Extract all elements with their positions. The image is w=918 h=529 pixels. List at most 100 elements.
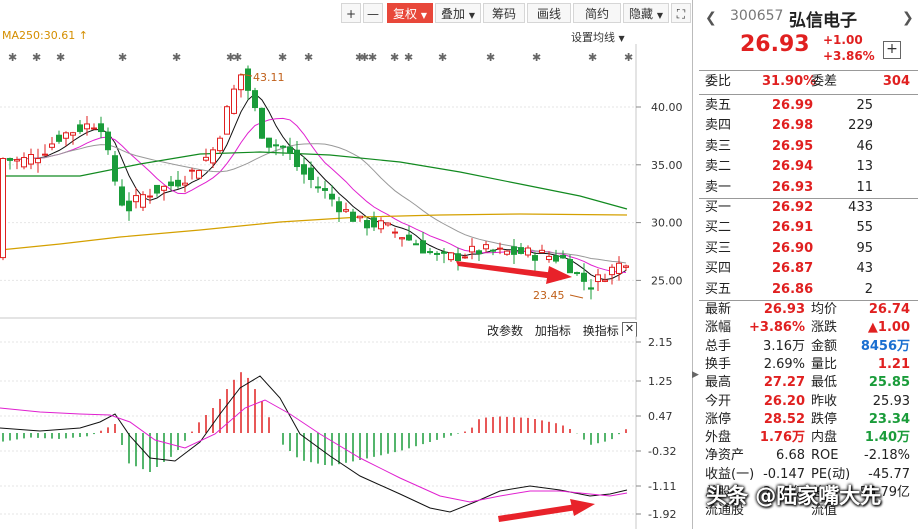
ask-row[interactable]: 卖二 26.94 13 (699, 157, 918, 177)
next-stock-icon[interactable]: ❯ (902, 10, 914, 26)
chart-toolbar: + — 复权 ▼ 叠加 ▼ 筹码 画线 简约 隐藏 ▼ ⛶ (0, 0, 692, 26)
bid-row[interactable]: 买一 26.92 433 (699, 198, 918, 218)
stat-value: ▲1.00 (867, 320, 910, 336)
close-icon[interactable]: ✕ (622, 322, 637, 337)
stat-label: 内盘 (811, 430, 838, 446)
low-label: 23.45 (533, 289, 565, 302)
candle-up (196, 170, 202, 179)
stat-value: +3.86% (749, 320, 805, 336)
candle-down (168, 181, 174, 187)
y-tick-label: 30.00 (651, 217, 683, 230)
stat-label: 总手 (705, 338, 732, 354)
zoom-in-button[interactable]: + (341, 3, 361, 23)
candle-down (119, 186, 125, 206)
ask-row[interactable]: 卖四 26.98 229 (699, 116, 918, 136)
simple-button[interactable]: 简约 (573, 3, 621, 23)
candle-down (175, 179, 181, 187)
candle-up (189, 169, 195, 172)
y-tick-label: 40.00 (651, 101, 683, 114)
stat-label: 涨幅 (705, 320, 732, 336)
change-value: +1.00 (823, 33, 863, 47)
candle-down (77, 124, 83, 132)
stat-row: 涨幅 +3.86% 涨跌 ▲1.00 (699, 319, 918, 337)
stat-value: 3.16万 (763, 338, 805, 354)
ma250-label: MA250:30.61 ↑ (2, 29, 88, 42)
adjust-dropdown[interactable]: 复权 ▼ (387, 3, 433, 23)
candle-up (483, 244, 489, 250)
ask-label: 卖二 (705, 159, 732, 175)
bid-volume: 43 (856, 261, 873, 277)
candle-down (329, 193, 335, 200)
ask-row[interactable]: 卖一 26.93 11 (699, 178, 918, 198)
overlay-dropdown[interactable]: 叠加 ▼ (435, 3, 481, 23)
stat-value: 1.40万 (864, 430, 910, 446)
fullscreen-icon[interactable]: ⛶ (671, 3, 691, 23)
bid-row[interactable]: 买四 26.87 43 (699, 259, 918, 279)
candle-up (238, 74, 244, 91)
stat-value: 1.21 (877, 356, 910, 372)
candle-up (399, 237, 405, 240)
event-marker-icon: ✱ (172, 51, 181, 64)
ask-label: 卖三 (705, 138, 732, 154)
draw-line-button[interactable]: 画线 (527, 3, 571, 23)
candle-up (49, 143, 55, 148)
chevron-down-icon: ▼ (420, 11, 427, 20)
candle-down (287, 146, 293, 154)
stat-label: 涨跌 (811, 320, 838, 336)
y-tick-label: 35.00 (651, 159, 683, 172)
prev-stock-icon[interactable]: ❮ (705, 10, 717, 26)
bid-volume: 2 (864, 281, 873, 297)
chevron-down-icon: ▼ (618, 34, 625, 43)
bid-volume: 55 (856, 220, 873, 236)
ask-volume: 11 (856, 179, 873, 195)
candle-down (490, 249, 496, 252)
candle-down (567, 259, 573, 274)
event-marker-icon: ✱ (390, 51, 399, 64)
candle-up (224, 106, 230, 135)
macd-chart[interactable]: 2.15 1.25 0.47 -0.32 -1.11 -1.92 (0, 336, 692, 529)
ma-settings-dropdown[interactable]: 设置均线 ▼ (571, 29, 625, 45)
stat-label: 换手 (705, 356, 732, 372)
candle-down (266, 137, 272, 148)
stat-label: 涨停 (705, 411, 732, 427)
ask-row[interactable]: 卖五 26.99 25 (699, 96, 918, 116)
hide-dropdown[interactable]: 隐藏 ▼ (623, 3, 669, 23)
stat-value: 6.68 (776, 448, 805, 464)
candlestick-chart[interactable]: ✱ ✱ ✱ ✱ ✱ ✱✱ ✱ ✱ ✱✱✱ ✱ ✱ ✱ ✱ ✱ ✱ ✱ 40.0035.0030.0025.00… (0, 44, 692, 320)
candle-up (133, 195, 139, 203)
collapse-arrow-icon[interactable]: ▶ (692, 370, 699, 386)
zoom-out-button[interactable]: — (363, 3, 383, 23)
event-marker-icon: ✱ (8, 51, 17, 64)
stat-value: 26.74 (868, 302, 910, 317)
candle-down (406, 234, 412, 241)
hide-label: 隐藏 (629, 7, 654, 21)
candle-up (0, 158, 6, 259)
bid-row[interactable]: 买二 26.91 55 (699, 218, 918, 238)
chevron-down-icon: ▼ (468, 11, 475, 20)
chips-button[interactable]: 筹码 (483, 3, 525, 23)
candle-down (518, 247, 524, 254)
candle-down (455, 253, 461, 262)
candle-up (525, 247, 531, 256)
candle-up (595, 274, 601, 283)
add-watchlist-icon[interactable]: + (883, 41, 901, 59)
candle-down (560, 255, 566, 259)
bid-volume: 433 (848, 200, 873, 215)
stat-label: 最新 (705, 302, 732, 317)
candle-down (294, 149, 300, 168)
stock-name: 弘信电子 (789, 11, 857, 31)
bid-row[interactable]: 买五 26.86 2 (699, 280, 918, 300)
event-marker-icon: ✱ (368, 51, 377, 64)
candle-up (497, 247, 503, 250)
stat-label: 昨收 (811, 393, 838, 409)
chevron-down-icon: ▼ (656, 11, 663, 20)
bid-row[interactable]: 买三 26.90 95 (699, 239, 918, 259)
candle-up (616, 262, 622, 274)
candle-down (413, 243, 419, 246)
ask-row[interactable]: 卖三 26.95 46 (699, 137, 918, 157)
candle-down (7, 157, 13, 161)
candle-down (350, 211, 356, 222)
stat-row: 换手 2.69% 量比 1.21 (699, 356, 918, 374)
y-tick-label: -1.92 (648, 508, 676, 521)
arrow-up-icon: ↑ (78, 29, 88, 42)
